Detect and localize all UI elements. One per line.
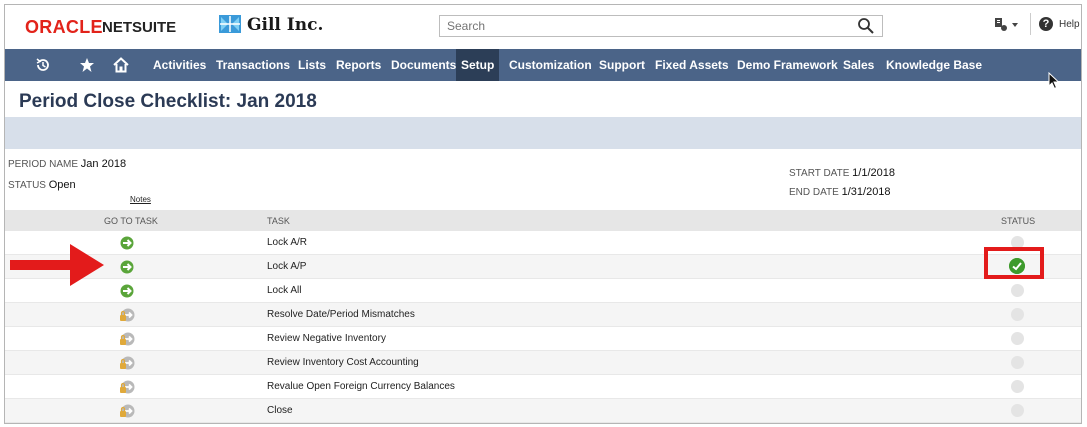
status-pending-icon: [1011, 332, 1024, 345]
nav-setup[interactable]: Setup: [456, 49, 500, 81]
locked-task-icon[interactable]: [119, 331, 135, 347]
form-header-bar: [5, 117, 1081, 149]
nav-activities[interactable]: Activities: [153, 49, 206, 81]
netsuite-logo[interactable]: NETSUITE: [102, 19, 176, 36]
nav-lists[interactable]: Lists: [298, 49, 326, 81]
start-date-value: 1/1/2018: [852, 167, 895, 179]
nav-demo-framework[interactable]: Demo Framework: [737, 49, 838, 81]
status-pending-icon: [1011, 284, 1024, 297]
start-date-label: START DATE: [789, 168, 850, 179]
main-navigation: Activities Transactions Lists Reports Do…: [5, 49, 1081, 81]
table-row: Review Negative Inventory: [5, 327, 1081, 351]
column-header-go-to-task: GO TO TASK: [104, 216, 158, 226]
task-name: Lock A/P: [267, 261, 307, 272]
table-row: Close: [5, 399, 1081, 423]
task-name: Lock A/R: [267, 237, 308, 248]
task-name: Review Negative Inventory: [267, 333, 386, 344]
locked-task-icon[interactable]: [119, 355, 135, 371]
end-date-label: END DATE: [789, 187, 839, 198]
status-field: STATUS Open: [8, 179, 76, 191]
table-row: Lock All: [5, 279, 1081, 303]
nav-documents[interactable]: Documents: [391, 49, 456, 81]
roles-menu-icon[interactable]: [992, 17, 1022, 33]
nav-reports[interactable]: Reports: [336, 49, 381, 81]
locked-task-icon[interactable]: [119, 403, 135, 419]
status-pending-icon: [1011, 308, 1024, 321]
divider: [1030, 13, 1031, 35]
locked-task-icon[interactable]: [119, 379, 135, 395]
mouse-cursor-icon: [1048, 72, 1060, 90]
locked-task-icon[interactable]: [119, 307, 135, 323]
go-to-task-icon[interactable]: [119, 283, 135, 299]
task-name: Review Inventory Cost Accounting: [267, 357, 419, 368]
help-icon[interactable]: ?: [1039, 17, 1053, 31]
task-name: Revalue Open Foreign Currency Balances: [267, 381, 455, 392]
oracle-logo[interactable]: ORACLE: [25, 17, 103, 38]
status-value: Open: [48, 179, 76, 191]
end-date-field: END DATE 1/31/2018: [789, 186, 891, 198]
page-title: Period Close Checklist: Jan 2018: [19, 91, 317, 112]
table-row: Lock A/P: [5, 255, 1081, 279]
company-name: Gill Inc.: [247, 15, 324, 35]
table-row: Resolve Date/Period Mismatches: [5, 303, 1081, 327]
period-name-value: Jan 2018: [80, 158, 127, 170]
go-to-task-icon[interactable]: [119, 259, 135, 275]
task-name: Close: [267, 405, 293, 416]
recent-history-icon[interactable]: [35, 57, 51, 73]
table-header: GO TO TASK TASK STATUS: [5, 210, 1081, 231]
column-header-status: STATUS: [1001, 216, 1036, 226]
global-search-input[interactable]: [439, 15, 883, 37]
end-date-value: 1/31/2018: [841, 186, 891, 198]
table-row: Lock A/R: [5, 231, 1081, 255]
nav-transactions[interactable]: Transactions: [216, 49, 290, 81]
period-name-field: PERIOD NAME Jan 2018: [8, 158, 126, 170]
favorites-star-icon[interactable]: [79, 57, 95, 73]
task-name: Resolve Date/Period Mismatches: [267, 309, 415, 320]
status-pending-icon: [1011, 404, 1024, 417]
go-to-task-icon[interactable]: [119, 235, 135, 251]
column-header-task: TASK: [267, 216, 290, 226]
status-pending-icon: [1011, 380, 1024, 393]
company-logo-icon: [219, 15, 241, 33]
period-name-label: PERIOD NAME: [8, 159, 79, 170]
home-icon[interactable]: [113, 57, 129, 73]
search-icon[interactable]: [857, 17, 875, 35]
nav-customization[interactable]: Customization: [509, 49, 592, 81]
task-name: Lock All: [267, 285, 302, 296]
status-pending-icon: [1011, 356, 1024, 369]
nav-knowledge-base[interactable]: Knowledge Base: [886, 49, 982, 81]
top-bar: ORACLE NETSUITE Gill Inc. ? Help: [5, 5, 1081, 43]
table-row: Revalue Open Foreign Currency Balances: [5, 375, 1081, 399]
nav-support[interactable]: Support: [599, 49, 645, 81]
netsuite-window: ORACLE NETSUITE Gill Inc. ? Help: [4, 4, 1082, 424]
start-date-field: START DATE 1/1/2018: [789, 167, 895, 179]
help-link[interactable]: Help: [1059, 19, 1080, 30]
table-row: Review Inventory Cost Accounting: [5, 351, 1081, 375]
notes-link[interactable]: Notes: [130, 195, 151, 204]
status-label: STATUS: [8, 180, 46, 191]
nav-fixed-assets[interactable]: Fixed Assets: [655, 49, 729, 81]
nav-sales[interactable]: Sales: [843, 49, 874, 81]
annotation-arrow-icon: [10, 244, 104, 286]
annotation-highlight-box: [984, 247, 1044, 279]
